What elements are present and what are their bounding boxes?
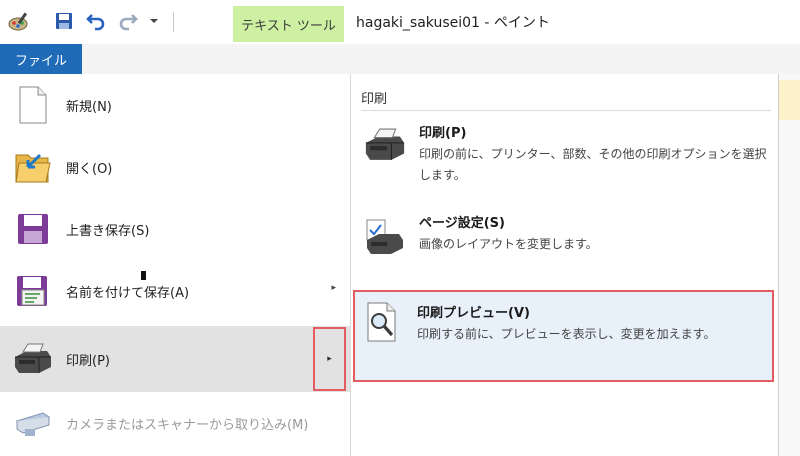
submenu-arrow-icon: ▸ <box>327 354 332 364</box>
customize-dropdown-icon[interactable] <box>146 9 162 33</box>
window-title: hagaki_sakusei01 - ペイント <box>356 15 550 31</box>
ribbon-bar <box>0 44 800 75</box>
print-panel-title: 印刷 <box>361 92 388 107</box>
menu-item-label: 開く(O) <box>66 161 113 177</box>
print-option-page-setup[interactable]: ページ設定(S) 画像のレイアウトを変更します。 <box>355 212 775 272</box>
menu-item-save[interactable]: 上書き保存(S) <box>0 198 350 260</box>
menu-item-label: 名前を付けて保存(A) <box>66 285 190 301</box>
menu-item-print[interactable]: 印刷(P) <box>0 326 350 392</box>
menu-item-label: 新規(N) <box>66 99 112 115</box>
print-preview-icon <box>365 302 401 346</box>
print-submenu: 印刷 印刷(P) 印刷の前に、プリンター、部数、その他の印刷オプションを選択しま… <box>351 74 778 456</box>
new-document-icon <box>0 86 66 124</box>
open-folder-icon <box>0 149 66 185</box>
menu-item-label: カメラまたはスキャナーから取り込み(M) <box>66 417 309 433</box>
menu-item-label: 上書き保存(S) <box>66 223 150 239</box>
print-preview-title: 印刷プレビュー(V) <box>417 306 530 321</box>
file-tab[interactable]: ファイル <box>0 44 82 74</box>
title-bar: テキスト ツール hagaki_sakusei01 - ペイント <box>0 0 800 44</box>
menu-item-save-as[interactable]: 名前を付けて保存(A) ▸ <box>0 260 350 322</box>
save-icon <box>0 213 66 245</box>
menu-item-label: 印刷(P) <box>66 353 110 369</box>
toolbar-separator <box>173 12 174 32</box>
submenu-arrow-icon: ▸ <box>331 283 336 293</box>
redo-icon[interactable] <box>116 9 140 33</box>
menu-item-open[interactable]: 開く(O) <box>0 136 350 198</box>
undo-icon[interactable] <box>84 9 108 33</box>
save-icon[interactable] <box>52 9 76 33</box>
ribbon-tint <box>779 80 800 120</box>
page-setup-icon <box>363 218 407 260</box>
panel-title-divider <box>361 110 771 111</box>
text-tools-tab[interactable]: テキスト ツール <box>233 6 344 42</box>
print-preview-description: 印刷する前に、プレビューを表示し、変更を加えます。 <box>417 327 716 341</box>
print-option-print-preview[interactable]: 印刷プレビュー(V) 印刷する前に、プレビューを表示し、変更を加えます。 <box>353 290 774 382</box>
print-submenu-arrow[interactable]: ▸ <box>313 327 346 391</box>
menu-item-import-camera-scanner: カメラまたはスキャナーから取り込み(M) <box>0 392 350 454</box>
printer-icon <box>0 343 66 375</box>
menu-item-new[interactable]: 新規(N) <box>0 74 350 136</box>
print-option-title: 印刷(P) <box>419 126 467 141</box>
printer-icon <box>363 128 407 166</box>
ribbon-edge-strip <box>778 74 800 456</box>
page-setup-title: ページ設定(S) <box>419 216 505 231</box>
scanner-icon <box>0 407 66 439</box>
paint-app-icon[interactable] <box>6 9 34 33</box>
file-menu-commands: 新規(N) 開く(O) 上書き保存(S) 名前を付けて保存(A) ▸ 印刷(P)… <box>0 74 350 456</box>
save-as-icon <box>0 275 66 307</box>
print-option-description: 印刷の前に、プリンター、部数、その他の印刷オプションを選択します。 <box>419 147 767 182</box>
page-setup-description: 画像のレイアウトを変更します。 <box>419 237 598 251</box>
mouse-cursor <box>141 271 146 280</box>
file-menu: 新規(N) 開く(O) 上書き保存(S) 名前を付けて保存(A) ▸ 印刷(P)… <box>0 74 778 456</box>
print-option-print[interactable]: 印刷(P) 印刷の前に、プリンター、部数、その他の印刷オプションを選択します。 <box>355 122 775 196</box>
